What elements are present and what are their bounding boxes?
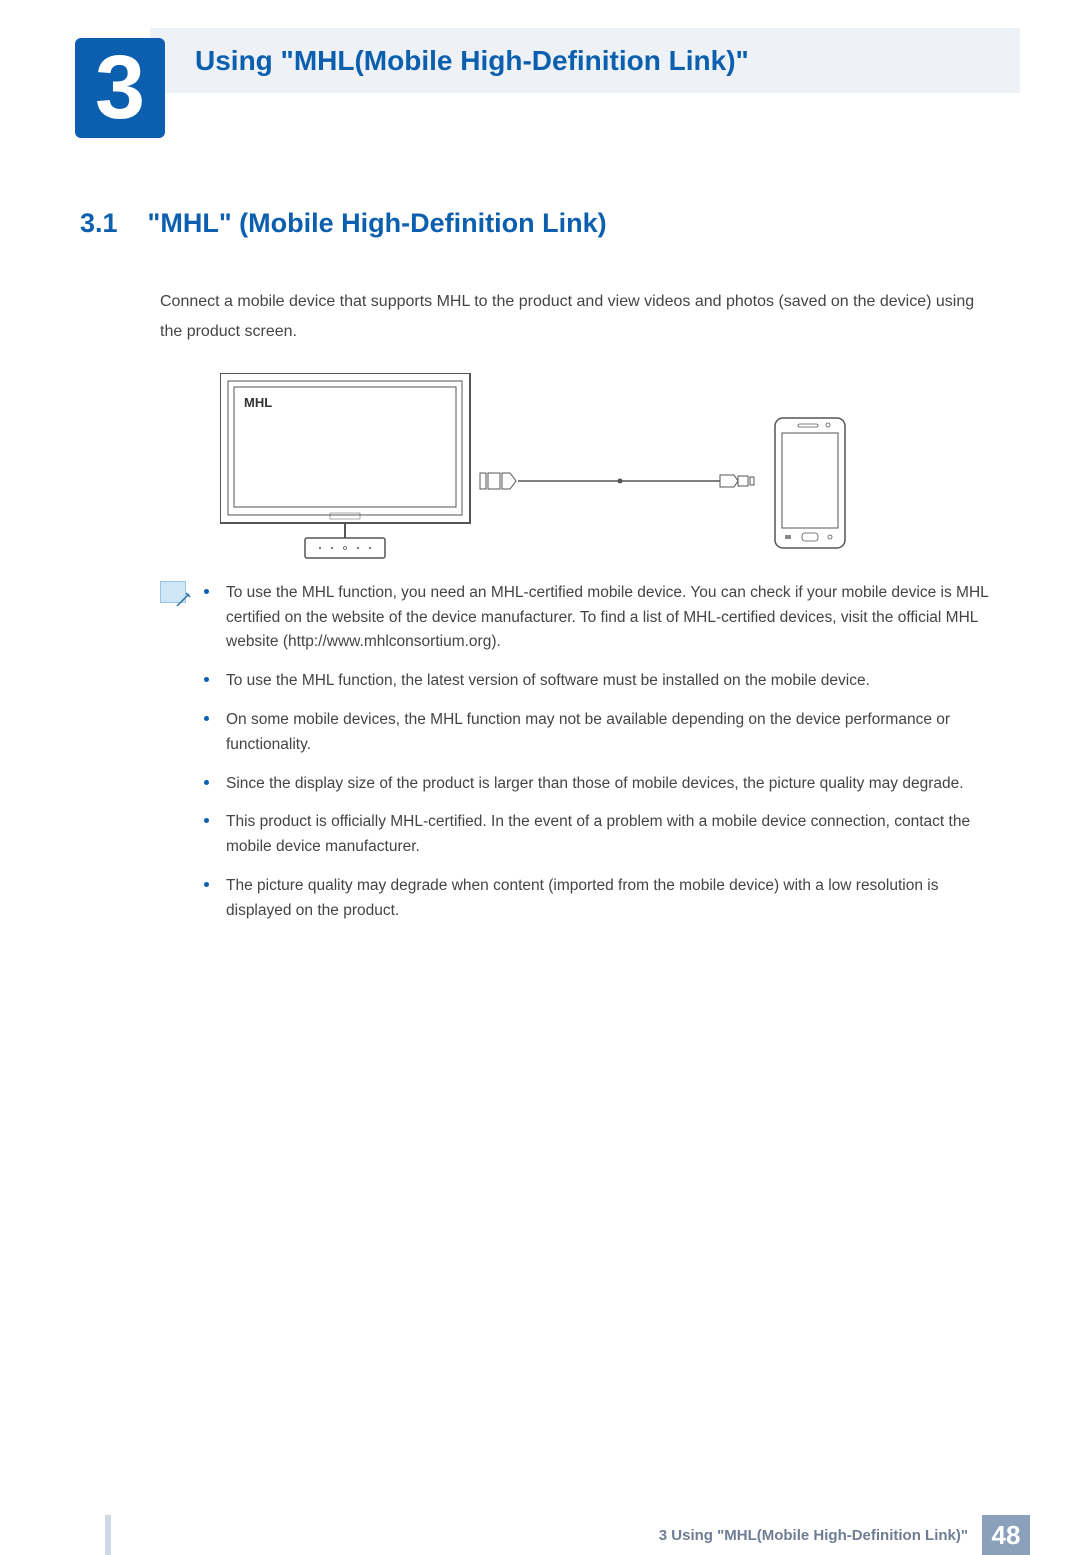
footer-accent-bar	[105, 1515, 111, 1555]
note-icon	[160, 581, 186, 603]
section-number: 3.1	[80, 208, 118, 239]
footer: 3 Using "MHL(Mobile High-Definition Link…	[0, 1515, 1080, 1555]
note-item: To use the MHL function, you need an MHL…	[204, 581, 990, 655]
chapter-title: Using "MHL(Mobile High-Definition Link)"	[195, 45, 749, 77]
notes-list: To use the MHL function, you need an MHL…	[204, 581, 1000, 938]
page-number: 48	[982, 1515, 1030, 1555]
header-bar: Using "MHL(Mobile High-Definition Link)"	[150, 28, 1020, 93]
section-title: "MHL" (Mobile High-Definition Link)	[148, 208, 607, 239]
chapter-number: 3	[95, 43, 145, 133]
diagram-mhllabel: MHL	[244, 395, 272, 410]
note-item: The picture quality may degrade when con…	[204, 874, 990, 924]
note-item: To use the MHL function, the latest vers…	[204, 669, 990, 694]
connection-diagram: MHL	[220, 373, 860, 563]
note-item: This product is officially MHL-certified…	[204, 810, 990, 860]
note-item: On some mobile devices, the MHL function…	[204, 708, 990, 758]
note-item: Since the display size of the product is…	[204, 772, 990, 797]
footer-text: 3 Using "MHL(Mobile High-Definition Link…	[659, 1515, 982, 1555]
intro-paragraph: Connect a mobile device that supports MH…	[160, 287, 1000, 348]
chapter-badge: 3	[75, 38, 165, 138]
section-heading: 3.1 "MHL" (Mobile High-Definition Link)	[80, 208, 1000, 239]
